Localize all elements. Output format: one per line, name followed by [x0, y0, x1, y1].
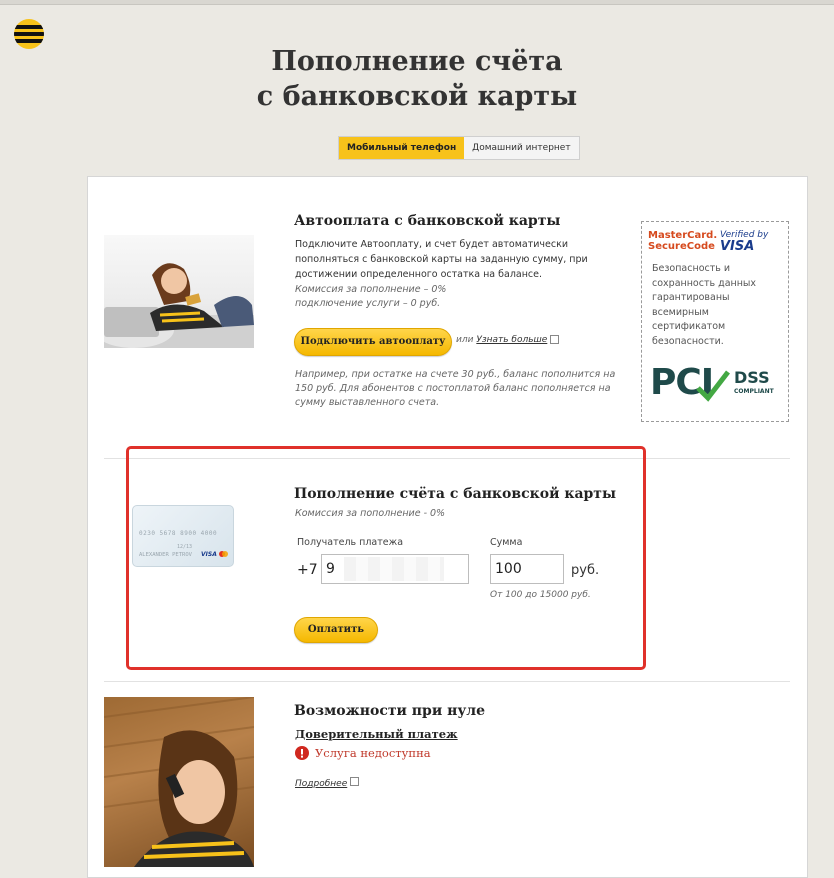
more-details-link[interactable]: Подробнее [295, 779, 347, 789]
dss-text: DSS [734, 368, 770, 387]
section-divider-2 [104, 681, 790, 682]
service-tabs: Мобильный телефон Домашний интернет [338, 136, 580, 160]
zero-balance-photo [104, 697, 254, 867]
service-status: Услуга недоступна [295, 746, 431, 760]
autopay-description: Подключите Автооплату, и счет будет авто… [295, 239, 588, 280]
woman-with-card-illustration [104, 263, 254, 348]
visa-text: VISA [720, 239, 755, 254]
security-text: Безопасность и сохранность данных гарант… [652, 263, 757, 347]
zero-balance-heading: Возможности при нуле [294, 703, 486, 719]
mastercard-securecode-logo: MasterCard. SecureCode [648, 230, 718, 252]
trust-payment-link[interactable]: Доверительный платеж [295, 727, 458, 741]
or-text: или [456, 335, 474, 345]
error-icon [295, 746, 309, 760]
checkmark-icon [696, 370, 730, 402]
page-title-line1: Пополнение счёта [271, 46, 563, 77]
security-box: MasterCard. SecureCode Verified by VISA … [641, 221, 789, 422]
connect-autopay-button[interactable]: Подключить автооплату [294, 328, 452, 356]
autopay-example: Например, при остатке на счете 30 руб., … [295, 369, 616, 408]
compliant-text: COMPLIANT [734, 388, 774, 395]
autopay-heading: Автооплата с банковской карты [294, 213, 561, 229]
service-unavailable-text: Услуга недоступна [315, 746, 431, 760]
autopay-photo [104, 235, 254, 348]
page-title-line2: с банковской карты [256, 81, 578, 112]
learn-more-link[interactable]: Узнать больше [476, 335, 547, 345]
external-link-icon [350, 777, 360, 786]
tab-mobile-phone[interactable]: Мобильный телефон [339, 137, 465, 159]
browser-top-strip [0, 0, 834, 5]
autopay-commission: Комиссия за пополнение – 0% подключение … [295, 283, 446, 311]
page-title: Пополнение счёта с банковской карты [0, 44, 834, 114]
highlight-frame [126, 446, 646, 670]
verified-by-visa-logo: Verified by VISA [720, 230, 768, 254]
pci-dss-logo: PCI DSS COMPLIANT [650, 362, 780, 412]
external-link-icon [550, 335, 560, 344]
autopay-commission-line1: Комиссия за пополнение – 0% [295, 284, 447, 295]
woman-on-phone-illustration [104, 697, 254, 867]
autopay-commission-line2: подключение услуги – 0 руб. [295, 298, 441, 309]
tab-home-internet[interactable]: Домашний интернет [464, 137, 579, 159]
